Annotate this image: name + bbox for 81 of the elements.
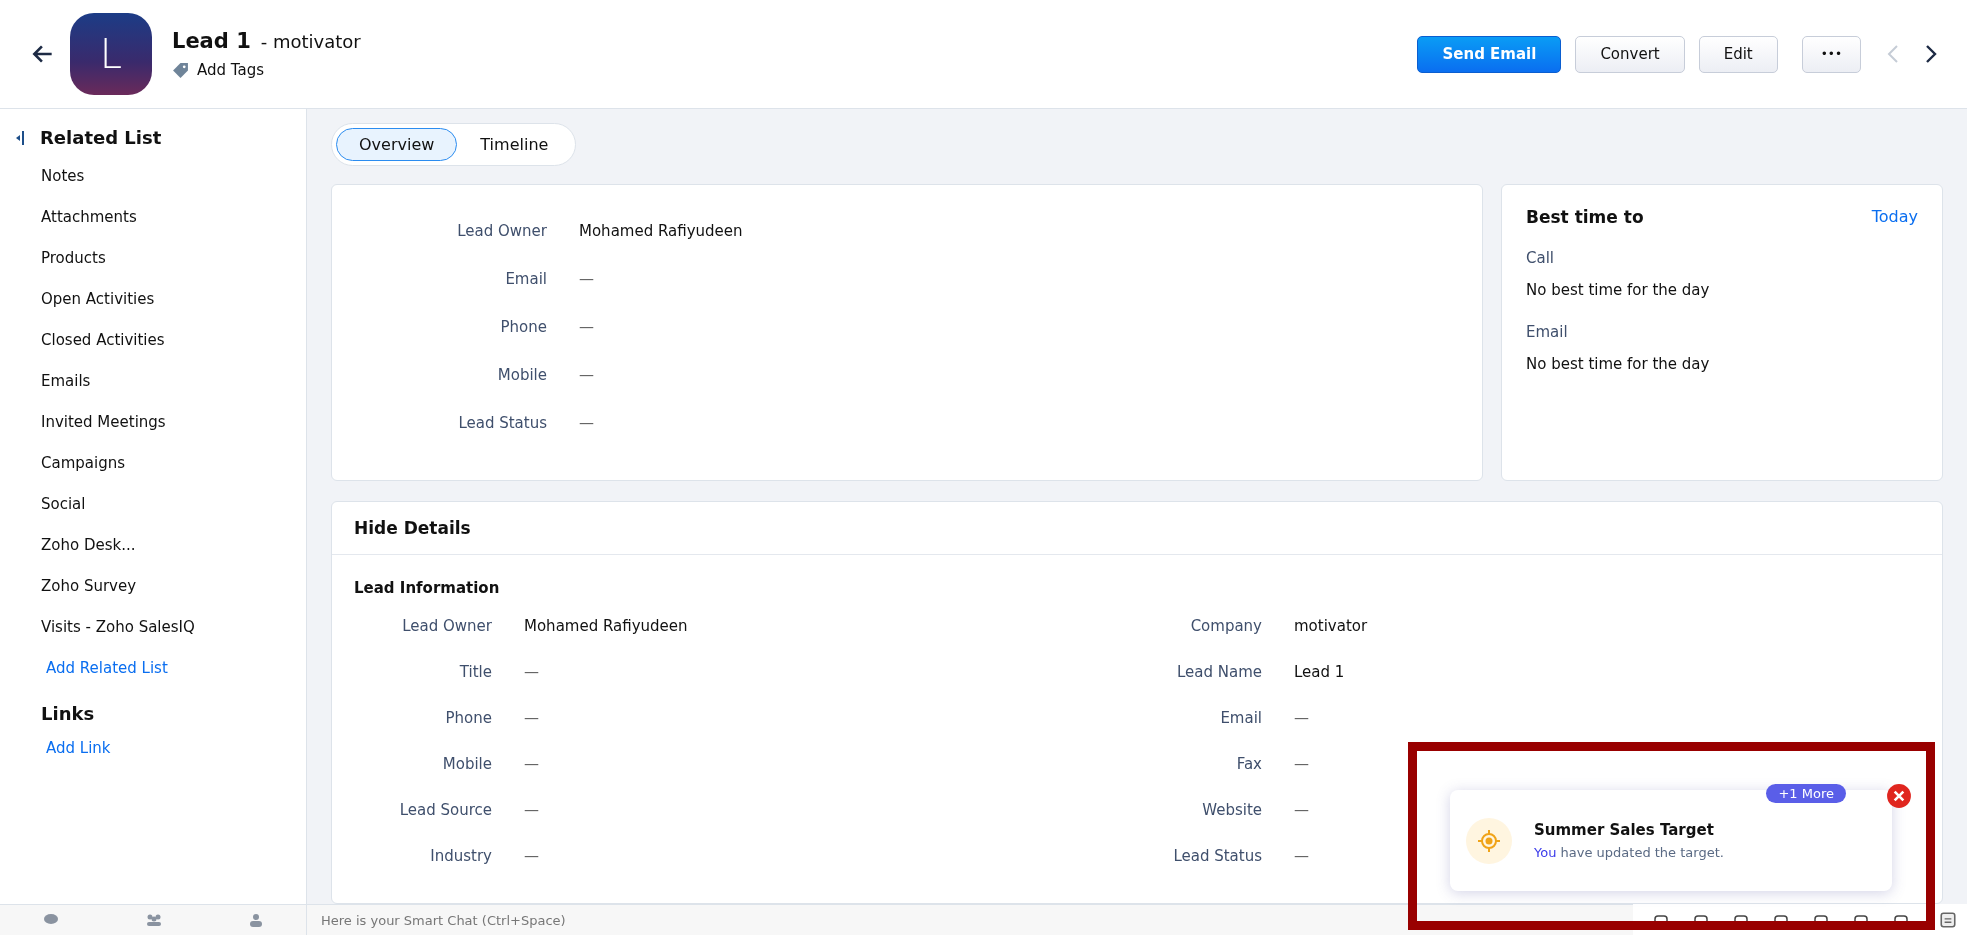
field-value: Lead 1 <box>1294 663 1345 681</box>
field-value: — <box>524 847 539 865</box>
record-company: - motivator <box>260 31 361 52</box>
field-value: — <box>524 709 539 727</box>
field-label: Lead Status <box>457 414 547 432</box>
tab[interactable]: Timeline <box>457 128 572 161</box>
field-label: Email <box>1219 709 1262 727</box>
field-value: Mohamed Rafiyudeen <box>579 222 743 240</box>
field-value: — <box>579 318 594 336</box>
field-label: Website <box>1201 801 1262 819</box>
add-related-list-link[interactable]: Add Related List <box>46 648 168 689</box>
field-value: — <box>524 663 539 681</box>
field-label: Lead Name <box>1175 663 1262 681</box>
field-value: — <box>579 414 594 432</box>
section-heading: Lead Information <box>354 579 501 597</box>
field-label: Mobile <box>496 366 547 384</box>
field-label: Lead Source <box>398 801 492 819</box>
section-heading: Related List <box>40 127 162 148</box>
field-value: Mohamed Rafiyudeen <box>524 617 688 635</box>
field-label: Call <box>1526 249 1555 267</box>
section-heading: Links <box>41 703 95 724</box>
field-value: No best time for the day <box>1526 281 1711 299</box>
field-value: — <box>524 755 539 773</box>
field-value: — <box>579 366 594 384</box>
related-list-item[interactable]: Attachments <box>16 197 137 238</box>
target-icon <box>1466 817 1512 864</box>
field-value: No best time for the day <box>1526 355 1711 373</box>
card-title: Best time to <box>1526 207 1644 227</box>
collapse-icon[interactable] <box>16 129 24 146</box>
chat-icon[interactable] <box>43 913 59 927</box>
tab[interactable]: Overview <box>336 128 458 161</box>
action-button[interactable]: Convert <box>1575 35 1685 73</box>
field-label: Industry <box>429 847 492 865</box>
group-icon[interactable] <box>145 913 163 927</box>
field-value: — <box>1294 847 1309 865</box>
close-icon[interactable] <box>1886 783 1912 809</box>
field-label: Phone <box>444 709 492 727</box>
related-list-item[interactable]: Open Activities <box>16 279 155 320</box>
field-label: Lead Status <box>1172 847 1262 865</box>
field-label: Fax <box>1235 755 1262 773</box>
add-tags-link[interactable]: Add Tags <box>197 61 265 79</box>
related-list-item[interactable]: Products <box>16 238 106 279</box>
field-value: motivator <box>1294 617 1368 635</box>
field-value: — <box>1294 709 1309 727</box>
next-icon[interactable] <box>1925 44 1937 64</box>
notes-icon[interactable] <box>1939 910 1957 929</box>
related-list-item[interactable]: Campaigns <box>16 443 125 484</box>
related-list-item[interactable]: Closed Activities <box>16 320 165 361</box>
avatar: L <box>70 13 152 95</box>
related-list-item[interactable]: Zoho Desk... <box>16 525 136 566</box>
field-label: Email <box>1526 323 1569 341</box>
today-link[interactable]: Today <box>1871 207 1918 227</box>
record-title: Lead 1 <box>172 29 251 53</box>
field-label: Mobile <box>441 755 492 773</box>
action-button[interactable]: Send Email <box>1417 35 1562 73</box>
related-list-item[interactable]: Emails <box>16 361 91 402</box>
more-badge[interactable]: +1 More <box>1766 784 1846 803</box>
field-value: — <box>579 270 594 288</box>
smart-chat-field[interactable]: Here is your Smart Chat (Ctrl+Space) <box>307 904 1633 935</box>
add-link-link[interactable]: Add Link <box>46 728 111 769</box>
related-list-item[interactable]: Social <box>16 484 86 525</box>
field-label: Company <box>1189 617 1262 635</box>
more-button[interactable]: ••• <box>1801 35 1861 73</box>
notification-message: You have updated the target. <box>1534 845 1724 860</box>
person-icon[interactable] <box>249 913 263 927</box>
action-button[interactable]: Edit <box>1698 35 1778 73</box>
field-value: — <box>524 801 539 819</box>
field-label: Email <box>504 270 547 288</box>
field-label: Title <box>458 663 492 681</box>
field-value: — <box>1294 755 1309 773</box>
hide-details-toggle[interactable]: Hide Details <box>354 518 471 538</box>
related-list-item[interactable]: Notes <box>16 156 85 197</box>
tag-icon <box>172 61 189 79</box>
notification-title: Summer Sales Target <box>1534 821 1715 839</box>
field-value: — <box>1294 801 1309 819</box>
related-list-item[interactable]: Visits - Zoho SalesIQ <box>16 607 195 648</box>
related-list-item[interactable]: Invited Meetings <box>16 402 166 443</box>
field-label: Lead Owner <box>456 222 547 240</box>
related-list-item[interactable]: Zoho Survey <box>16 566 137 607</box>
field-label: Lead Owner <box>401 617 492 635</box>
field-label: Phone <box>499 318 547 336</box>
